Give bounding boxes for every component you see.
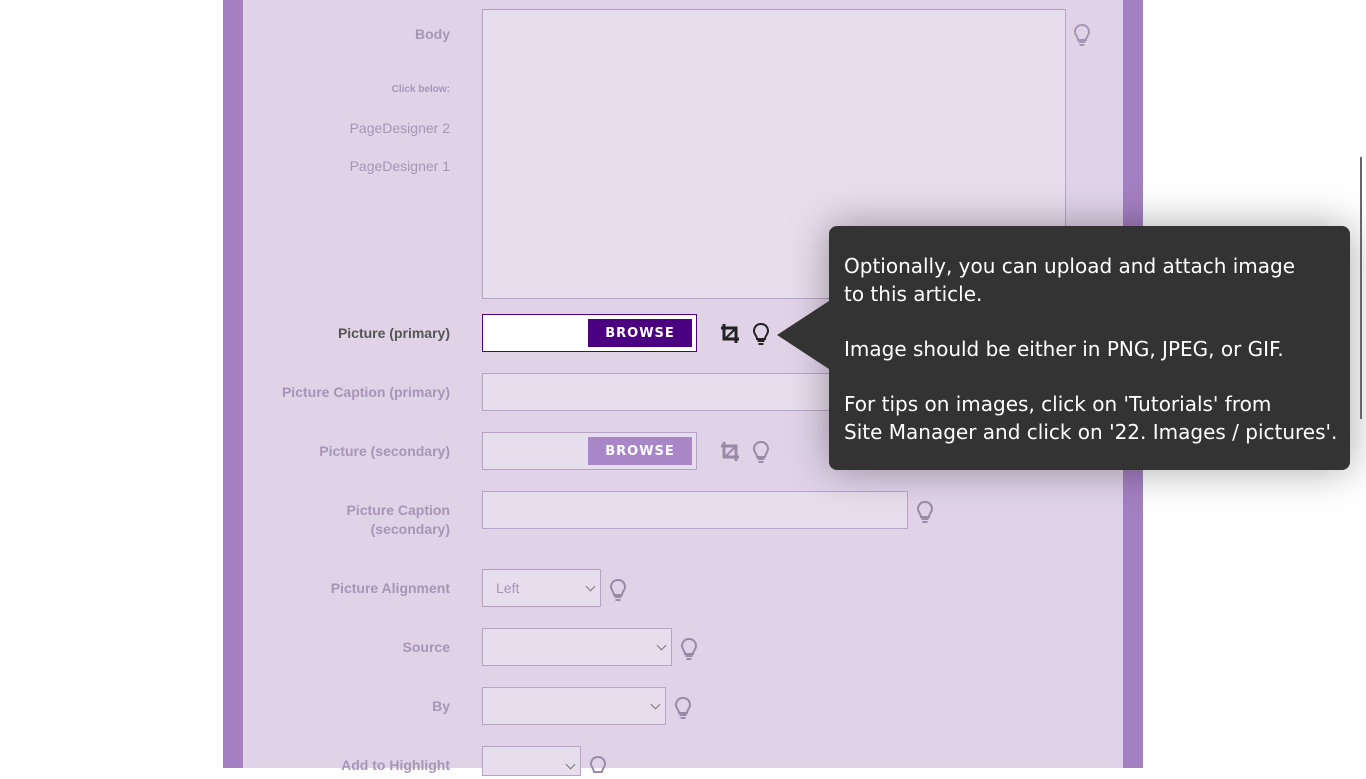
pagedesigner-1-link[interactable]: PageDesigner 1 (350, 158, 450, 174)
picture-caption-secondary-input[interactable] (482, 491, 908, 529)
tooltip-line: Image should be either in PNG, JPEG, or … (844, 337, 1284, 361)
picture-caption-secondary-label-line2: (secondary) (370, 521, 450, 537)
chevron-down-icon (585, 581, 596, 592)
lightbulb-icon[interactable] (750, 322, 772, 346)
chevron-down-icon (650, 699, 661, 710)
lightbulb-icon[interactable] (607, 578, 629, 602)
source-select[interactable] (482, 628, 672, 666)
picture-caption-primary-label: Picture Caption (primary) (281, 384, 450, 400)
pagedesigner-2-link[interactable]: PageDesigner 2 (350, 120, 450, 136)
picture-alignment-label: Picture Alignment (330, 580, 450, 596)
crop-icon[interactable] (719, 322, 741, 346)
add-to-highlight-label: Add to Highlight (341, 757, 450, 773)
tooltip-line: Site Manager and click on '22. Images / … (844, 420, 1338, 444)
chevron-down-icon (656, 640, 667, 651)
picture-alignment-select[interactable]: Left (482, 569, 601, 607)
by-label: By (432, 698, 450, 714)
body-label: Body (415, 26, 450, 42)
tooltip-line: Optionally, you can upload and attach im… (844, 254, 1296, 278)
tooltip-line: For tips on images, click on 'Tutorials'… (844, 392, 1272, 416)
add-to-highlight-select[interactable] (482, 746, 581, 776)
browse-primary-button[interactable]: BROWSE (588, 319, 692, 347)
source-label: Source (402, 639, 450, 655)
picture-alignment-value: Left (496, 580, 520, 596)
lightbulb-icon[interactable] (672, 696, 694, 720)
picture-caption-secondary-label: Picture Caption (secondary) (347, 501, 450, 539)
by-select[interactable] (482, 687, 666, 725)
lightbulb-icon[interactable] (678, 637, 700, 661)
picture-secondary-file-input[interactable]: BROWSE (482, 432, 697, 470)
lightbulb-icon[interactable] (750, 440, 772, 464)
click-below-label: Click below: (391, 84, 450, 95)
picture-primary-label: Picture (primary) (337, 325, 450, 341)
picture-secondary-label: Picture (secondary) (319, 443, 450, 459)
tooltip-line: to this article. (844, 282, 983, 306)
picture-caption-secondary-label-line1: Picture Caption (346, 502, 450, 518)
lightbulb-icon[interactable] (587, 755, 609, 779)
picture-primary-file-input[interactable]: BROWSE (482, 314, 697, 352)
browse-secondary-button[interactable]: BROWSE (588, 437, 692, 465)
tooltip-arrow (777, 301, 829, 369)
lightbulb-icon[interactable] (914, 500, 936, 524)
vertical-scrollbar[interactable] (1360, 157, 1362, 419)
picture-help-tooltip: Optionally, you can upload and attach im… (777, 226, 1350, 470)
crop-icon[interactable] (719, 440, 741, 464)
lightbulb-icon[interactable] (1071, 23, 1093, 47)
